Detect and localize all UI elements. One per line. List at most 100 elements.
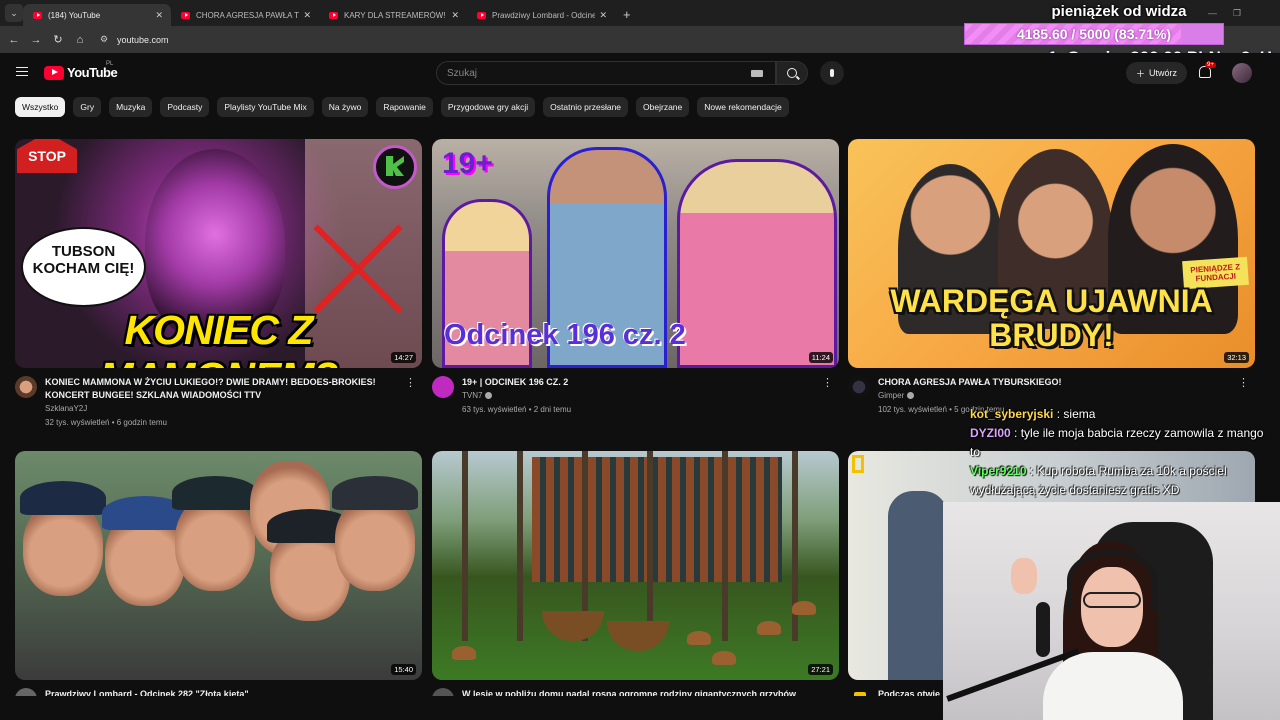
create-button[interactable]: ＋ Utwórz bbox=[1126, 62, 1188, 84]
search-button[interactable] bbox=[776, 61, 808, 85]
thumb-cap bbox=[172, 476, 258, 510]
avatar[interactable] bbox=[1232, 63, 1252, 83]
channel-avatar[interactable] bbox=[848, 376, 870, 398]
donation-progress-text: 4185.60 / 5000 (83.71%) bbox=[1016, 26, 1172, 42]
forward-arrow-icon[interactable]: → bbox=[25, 34, 47, 46]
logo-country-code: PL bbox=[106, 61, 114, 67]
webcam-glasses bbox=[1083, 592, 1141, 608]
news-logo-icon bbox=[373, 145, 417, 189]
video-meta: 19+ | ODCINEK 196 CZ. 2 TVN7 63 tys. wyś… bbox=[432, 368, 839, 438]
chip-ostatnio[interactable]: Ostatnio przesłane bbox=[543, 97, 629, 117]
chip-muzyka[interactable]: Muzyka bbox=[109, 97, 153, 117]
video-card[interactable]: PIENIĄDZE Z FUNDACJI WARDĘGA UJAWNIA BRU… bbox=[848, 139, 1255, 438]
thumb-mushroom bbox=[757, 621, 781, 635]
video-card[interactable]: STOP TUBSON KOCHAM CIĘ! KONIEC Z MAMONEM… bbox=[15, 139, 422, 438]
donation-goal-title: pieniążek od widza bbox=[1051, 3, 1187, 20]
youtube-favicon-icon bbox=[329, 11, 338, 19]
webcam-body bbox=[1043, 652, 1183, 720]
chip-gry[interactable]: Gry bbox=[73, 97, 102, 117]
video-duration: 11:24 bbox=[808, 352, 833, 363]
video-thumbnail[interactable]: 15:40 bbox=[15, 451, 422, 680]
video-title[interactable]: CHORA AGRESJA PAWŁA TYBURSKIEGO! bbox=[878, 376, 1223, 389]
minimize-icon[interactable]: — bbox=[1208, 8, 1217, 18]
search-box bbox=[436, 61, 776, 85]
tab-label: (184) YouTube bbox=[48, 10, 101, 20]
national-geographic-logo-icon bbox=[852, 455, 864, 473]
youtube-logo-icon bbox=[44, 65, 64, 80]
thumb-age-badge: 19+ bbox=[442, 147, 493, 180]
more-options-icon[interactable]: ⋮ bbox=[1238, 376, 1249, 389]
youtube-favicon-icon bbox=[181, 11, 190, 19]
channel-avatar[interactable] bbox=[15, 376, 37, 398]
thumb-person bbox=[677, 159, 837, 368]
browser-tab-4[interactable]: Prawdziwy Lombard - Odcinek ✕ bbox=[467, 4, 615, 26]
browser-tab-3[interactable]: KARY DLA STREAMERÓW! AWA ✕ bbox=[319, 4, 467, 26]
thumb-stop-sign: STOP bbox=[17, 139, 77, 173]
video-thumbnail[interactable]: 19+ Odcinek 196 cz. 2 11:24 bbox=[432, 139, 839, 368]
close-icon[interactable]: ✕ bbox=[303, 10, 311, 21]
video-title[interactable]: 19+ | ODCINEK 196 CZ. 2 bbox=[462, 376, 807, 389]
thumb-cap bbox=[332, 476, 418, 510]
channel-name[interactable]: Gimper bbox=[878, 391, 915, 400]
browser-tab-youtube[interactable]: (184) YouTube ✕ bbox=[23, 4, 171, 26]
streamer-webcam bbox=[943, 502, 1280, 720]
video-card[interactable]: 19+ Odcinek 196 cz. 2 11:24 19+ | ODCINE… bbox=[432, 139, 839, 438]
search-icon bbox=[787, 68, 797, 78]
voice-search-button[interactable] bbox=[820, 61, 844, 85]
video-card[interactable]: 27:21 W lesie w pobliżu domu nadal rosną… bbox=[432, 451, 839, 720]
video-thumbnail[interactable]: STOP TUBSON KOCHAM CIĘ! KONIEC Z MAMONEM… bbox=[15, 139, 422, 368]
thumb-mushroom bbox=[687, 631, 711, 645]
plus-icon: ＋ bbox=[1136, 68, 1146, 79]
video-stats: 63 tys. wyświetleń • 2 dni temu bbox=[462, 405, 572, 414]
chip-obejrzane[interactable]: Obejrzane bbox=[636, 97, 690, 117]
channel-name[interactable]: TVN7 bbox=[462, 391, 493, 400]
search-input[interactable] bbox=[437, 62, 737, 84]
chip-wszystko[interactable]: Wszystko bbox=[15, 97, 66, 117]
video-title[interactable]: KONIEC MAMMONA W ŻYCIU LUKIEGO!? DWIE DR… bbox=[45, 376, 390, 402]
close-icon[interactable]: ✕ bbox=[155, 10, 163, 21]
thumb-x-mark bbox=[310, 219, 410, 319]
chip-przygodowe[interactable]: Przygodowe gry akcji bbox=[440, 97, 536, 117]
address-bar[interactable]: youtube.com bbox=[117, 35, 169, 45]
verified-icon bbox=[907, 392, 915, 399]
tab-label: Prawdziwy Lombard - Odcinek bbox=[492, 10, 596, 20]
more-options-icon[interactable]: ⋮ bbox=[822, 376, 833, 389]
channel-label: TVN7 bbox=[462, 391, 483, 400]
home-icon[interactable]: ⌂ bbox=[69, 34, 91, 46]
browser-tab-2[interactable]: CHORA AGRESJA PAWŁA TYBUR ✕ bbox=[171, 4, 319, 26]
keyboard-icon[interactable] bbox=[751, 70, 763, 77]
thumb-mushroom bbox=[452, 646, 476, 660]
chip-rapowanie[interactable]: Rapowanie bbox=[376, 97, 433, 117]
video-card[interactable]: 15:40 Prawdziwy Lombard - Odcinek 282 "Z… bbox=[15, 451, 422, 720]
close-icon[interactable]: ✕ bbox=[451, 10, 459, 21]
chat-username: kot_syberyjski bbox=[970, 407, 1054, 421]
chip-podcasty[interactable]: Podcasty bbox=[160, 97, 210, 117]
video-duration: 14:27 bbox=[391, 352, 416, 363]
webcam-hand bbox=[1011, 558, 1037, 594]
site-info-icon[interactable]: ⚙ bbox=[97, 33, 111, 47]
chat-username: DYZI00 bbox=[970, 426, 1011, 440]
more-options-icon[interactable]: ⋮ bbox=[405, 376, 416, 389]
chat-message: Viper9210 : Kup robota Rumba za 10k a po… bbox=[970, 462, 1275, 500]
video-thumbnail[interactable]: PIENIĄDZE Z FUNDACJI WARDĘGA UJAWNIA BRU… bbox=[848, 139, 1255, 368]
youtube-logo[interactable]: YouTube PL bbox=[44, 61, 118, 80]
channel-name[interactable]: SzklanaY2J bbox=[45, 404, 87, 413]
new-tab-button[interactable]: + bbox=[623, 7, 631, 22]
maximize-icon[interactable]: ❐ bbox=[1233, 8, 1241, 19]
tab-search-button[interactable]: ⌄ bbox=[5, 4, 23, 22]
video-duration: 15:40 bbox=[391, 664, 416, 675]
chat-text: : tyle ile moja babcia rzeczy zamowila z… bbox=[970, 426, 1264, 459]
back-arrow-icon[interactable]: ← bbox=[3, 34, 25, 46]
reload-icon[interactable]: ↻ bbox=[47, 33, 69, 46]
microphone-icon bbox=[830, 69, 834, 77]
chip-na-zywo[interactable]: Na żywo bbox=[321, 97, 369, 117]
video-thumbnail[interactable]: 27:21 bbox=[432, 451, 839, 680]
close-icon[interactable]: ✕ bbox=[599, 10, 607, 21]
microphone-icon bbox=[1036, 602, 1050, 657]
video-meta: KONIEC MAMMONA W ŻYCIU LUKIEGO!? DWIE DR… bbox=[15, 368, 422, 438]
menu-icon[interactable] bbox=[16, 67, 28, 76]
chip-nowe[interactable]: Nowe rekomendacje bbox=[697, 97, 789, 117]
youtube-favicon-icon bbox=[477, 11, 486, 19]
channel-avatar[interactable] bbox=[432, 376, 454, 398]
chip-playlisty[interactable]: Playlisty YouTube Mix bbox=[217, 97, 314, 117]
